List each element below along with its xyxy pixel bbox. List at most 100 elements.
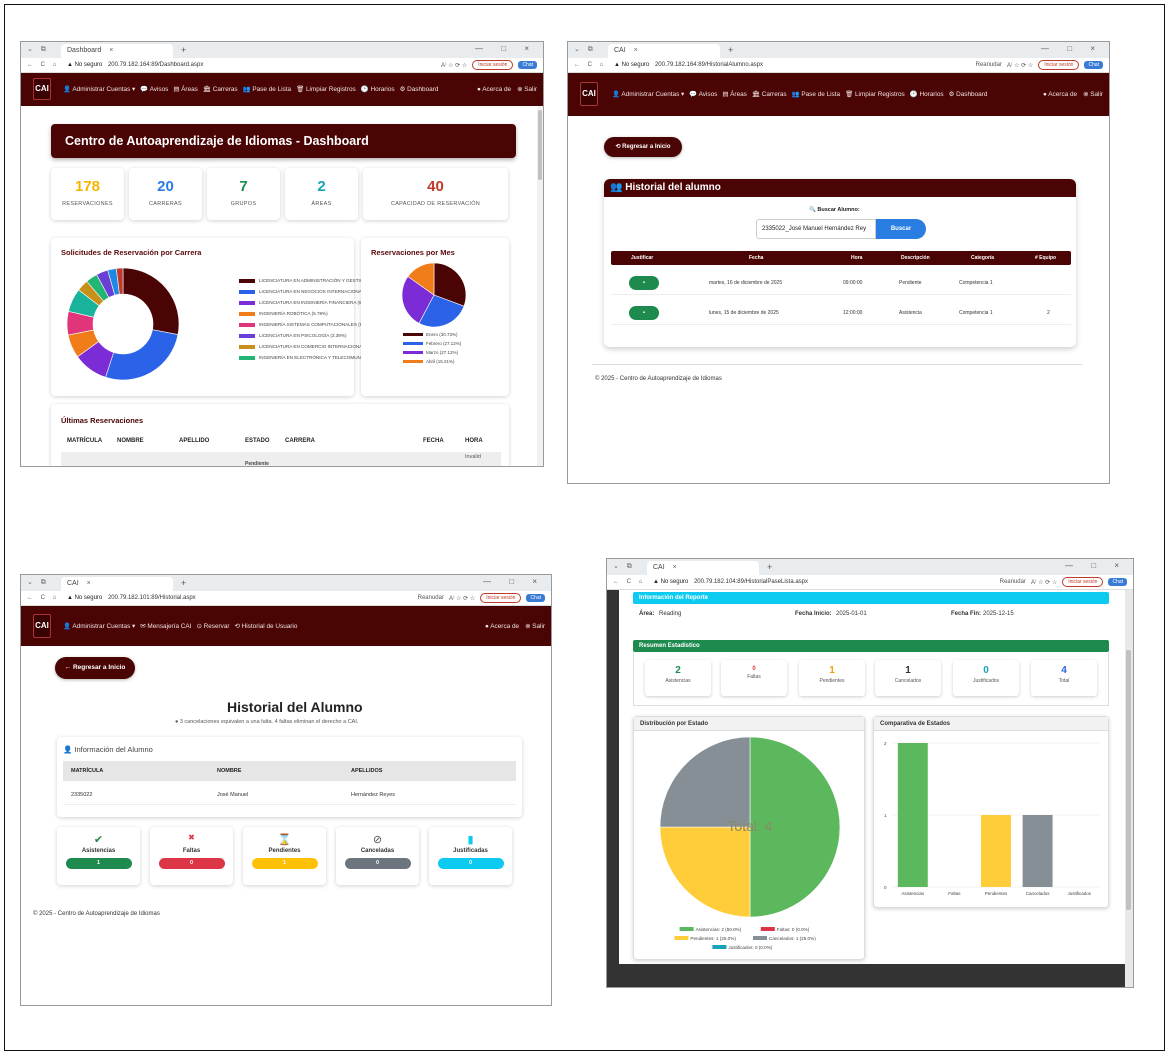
window-historial-summary: ⌄ ⧉ CAI × + — □ × ← C ⌂ ▲ No seguro 200.7… <box>20 574 552 1006</box>
nav-pase[interactable]: 👥 Pase de Lista <box>243 85 291 93</box>
chart-title: Reservaciones por Mes <box>371 248 455 257</box>
close-tab-icon[interactable]: × <box>87 580 91 587</box>
nav-buttons[interactable]: ← C ⌂ <box>27 62 59 68</box>
nav-limpiar[interactable]: 🗑 Limpiar Registros <box>296 85 356 93</box>
nav-carreras[interactable]: 🏛 Carreras <box>752 90 787 98</box>
nav-dashboard[interactable]: ⚙ Dashboard <box>400 85 439 93</box>
security-warning[interactable]: ▲ No seguro <box>653 579 688 585</box>
cai-logo[interactable]: CAI <box>33 78 51 100</box>
close-tab-icon[interactable]: × <box>634 47 638 54</box>
signin-button[interactable]: Iniciar sesión <box>1062 577 1104 587</box>
tab-actions[interactable]: ⌄ ⧉ <box>27 45 49 54</box>
address-bar[interactable]: ← C ⌂ ▲ No seguro 200.79.182.164:89/Hist… <box>568 58 1109 73</box>
nav-pase[interactable]: 👥 Pase de Lista <box>792 90 840 98</box>
back-to-home-button[interactable]: ⟲ Regresar a Inicio <box>604 137 682 157</box>
tab-cai[interactable]: CAI × <box>608 44 720 58</box>
nav-admin[interactable]: 👤 Administrar Cuentas ▾ <box>63 622 135 630</box>
address-bar[interactable]: ← C ⌂ ▲ No seguro 200.79.182.104:89/Hist… <box>607 575 1133 590</box>
nav-salir[interactable]: ⊗ Salir <box>517 85 537 93</box>
tab-cai[interactable]: CAI × <box>647 561 759 575</box>
signin-button[interactable]: Iniciar sesión <box>472 60 514 70</box>
security-warning[interactable]: ▲ No seguro <box>67 595 102 601</box>
close-tab-icon[interactable]: × <box>673 564 677 571</box>
url-text[interactable]: 200.79.182.164:89/Dashboard.aspx <box>108 62 203 68</box>
tab-dashboard[interactable]: Dashboard × <box>61 44 173 58</box>
reset-button[interactable]: Reanudar <box>418 595 444 601</box>
matricula-value: 2335022 <box>71 792 93 798</box>
nav-buttons[interactable]: ← C ⌂ <box>574 62 606 68</box>
nav-acerca[interactable]: ● Acerca de <box>485 623 519 630</box>
toolbar-icons[interactable]: A⁾ ☆ ⟳ ☆ <box>1007 62 1033 69</box>
cai-logo[interactable]: CAI <box>33 614 51 638</box>
nav-dashboard[interactable]: ⚙ Dashboard <box>949 90 988 98</box>
nav-reservar[interactable]: ⊙ Reservar <box>196 622 229 630</box>
chat-button[interactable]: Chat <box>518 61 537 69</box>
nav-buttons[interactable]: ← C ⌂ <box>27 595 59 601</box>
row-hora: Invalid <box>465 454 481 460</box>
nav-historial[interactable]: ⟲ Historial de Usuario <box>235 622 298 630</box>
address-bar[interactable]: ← C ⌂ ▲ No seguro 200.79.182.164:89/Dash… <box>21 58 543 73</box>
nav-acerca[interactable]: ● Acerca de <box>1043 91 1077 98</box>
window-controls[interactable]: — □ × <box>1065 561 1127 570</box>
reset-button[interactable]: Reanudar <box>976 62 1002 68</box>
chat-button[interactable]: Chat <box>1108 578 1127 586</box>
window-controls[interactable]: — □ × <box>475 44 537 53</box>
col-header: APELLIDOS <box>351 768 383 774</box>
back-to-home-button[interactable]: ← Regresar a Inicio <box>55 657 135 679</box>
legend-swatch <box>403 342 423 345</box>
url-text[interactable]: 200.79.182.101:89/Historial.aspx <box>108 595 196 601</box>
legend-swatch <box>403 351 423 354</box>
nav-avisos[interactable]: 💬 Avisos <box>140 85 168 93</box>
nav-mensajeria[interactable]: ✉ Mensajería CAI <box>140 622 191 630</box>
toolbar-icons[interactable]: A⁾ ☆ ⟳ ☆ <box>441 62 467 69</box>
close-tab-icon[interactable]: × <box>109 47 113 54</box>
toolbar-icons[interactable]: A⁾ ☆ ⟳ ☆ <box>1031 579 1057 586</box>
tab-actions[interactable]: ⌄ ⧉ <box>574 45 596 54</box>
tab-actions[interactable]: ⌄ ⧉ <box>613 562 635 571</box>
search-input[interactable]: 2335022_José Manuel Hernández Rey <box>756 219 876 239</box>
window-controls[interactable]: — □ × <box>483 577 545 586</box>
security-warning[interactable]: ▲ No seguro <box>614 62 649 68</box>
security-warning[interactable]: ▲ No seguro <box>67 62 102 68</box>
resumen-stat: 1 Pendientes <box>799 660 865 696</box>
scrollbar[interactable] <box>1125 590 1133 987</box>
tab-cai[interactable]: CAI × <box>61 577 173 591</box>
tab-actions[interactable]: ⌄ ⧉ <box>27 578 49 587</box>
justify-button[interactable]: ▪ <box>629 276 659 290</box>
legend-swatch <box>674 936 689 940</box>
chat-button[interactable]: Chat <box>1084 61 1103 69</box>
new-tab-icon[interactable]: + <box>728 45 733 55</box>
reset-button[interactable]: Reanudar <box>1000 579 1026 585</box>
new-tab-icon[interactable]: + <box>181 45 186 55</box>
nav-areas[interactable]: ▤ Áreas <box>722 90 747 98</box>
chart-slice <box>105 329 179 381</box>
signin-button[interactable]: Iniciar sesión <box>1038 60 1080 70</box>
nav-buttons[interactable]: ← C ⌂ <box>613 579 645 585</box>
justify-button[interactable]: ▪ <box>629 306 659 320</box>
nav-admin[interactable]: 👤 Administrar Cuentas ▾ <box>63 85 135 93</box>
nav-limpiar[interactable]: 🗑 Limpiar Registros <box>845 90 905 98</box>
search-button[interactable]: Buscar <box>876 219 926 239</box>
new-tab-icon[interactable]: + <box>767 562 772 572</box>
url-text[interactable]: 200.79.182.104:89/HistorialPaseLista.asp… <box>694 579 808 585</box>
scrollbar[interactable] <box>537 106 543 466</box>
toolbar-icons[interactable]: A⁾ ☆ ⟳ ☆ <box>449 595 475 602</box>
chat-button[interactable]: Chat <box>526 594 545 602</box>
nav-admin[interactable]: 👤 Administrar Cuentas ▾ <box>612 90 684 98</box>
nav-acerca[interactable]: ● Acerca de <box>477 86 511 93</box>
nav-horarios[interactable]: 🕒 Horarios <box>361 85 395 93</box>
address-bar[interactable]: ← C ⌂ ▲ No seguro 200.79.182.101:89/Hist… <box>21 591 551 606</box>
nav-carreras[interactable]: 🏛 Carreras <box>203 85 238 93</box>
new-tab-icon[interactable]: + <box>181 578 186 588</box>
nav-salir[interactable]: ⊗ Salir <box>525 622 545 630</box>
x-tick-label: Faltas <box>948 891 961 896</box>
legend-item: INGENIERÍA EN ELECTRÓNICA Y TELECOMUNI <box>239 352 381 363</box>
signin-button[interactable]: Iniciar sesión <box>480 593 522 603</box>
nav-horarios[interactable]: 🕒 Horarios <box>910 90 944 98</box>
url-text[interactable]: 200.79.182.164:89/HistorialAlumno.aspx <box>655 62 763 68</box>
cai-logo[interactable]: CAI <box>580 82 598 106</box>
window-controls[interactable]: — □ × <box>1041 44 1103 53</box>
nav-areas[interactable]: ▤ Áreas <box>173 85 198 93</box>
nav-salir[interactable]: ⊗ Salir <box>1083 90 1103 98</box>
nav-avisos[interactable]: 💬 Avisos <box>689 90 717 98</box>
